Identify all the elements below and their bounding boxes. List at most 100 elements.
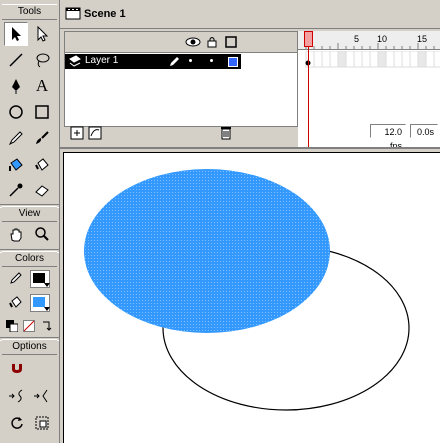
text-icon: A: [35, 76, 49, 95]
stage-canvas[interactable]: [64, 153, 440, 443]
frame-cell[interactable]: [329, 51, 339, 68]
rotate-icon: [11, 417, 23, 429]
view-title: View: [2, 206, 57, 222]
fill-color-swatch[interactable]: [30, 294, 50, 312]
frame-cell[interactable]: [313, 51, 323, 68]
outline-icon[interactable]: [225, 36, 237, 48]
straighten-button[interactable]: [31, 385, 53, 407]
smooth-button[interactable]: [6, 385, 28, 407]
zoom-icon: [35, 227, 49, 241]
hand-tool[interactable]: [4, 222, 28, 246]
eraser-tool[interactable]: [30, 178, 54, 202]
subselect-icon: [37, 26, 49, 42]
frame-cell[interactable]: [321, 51, 331, 68]
colors-title: Colors: [2, 251, 57, 267]
dropdown-arrow-icon: [44, 283, 50, 287]
layer-row[interactable]: Layer 1: [65, 54, 241, 69]
frame-cell[interactable]: [337, 51, 347, 68]
frame-cell[interactable]: [393, 51, 403, 68]
magnet-icon: [12, 362, 22, 373]
swap-colors-button[interactable]: [38, 318, 54, 334]
frame-cell[interactable]: [361, 51, 371, 68]
stage[interactable]: [63, 152, 440, 443]
oval-tool[interactable]: [4, 100, 28, 124]
stroke-color-chip: [33, 273, 45, 283]
playhead-line: [308, 47, 309, 147]
trash-icon[interactable]: [220, 126, 232, 140]
frame-cell[interactable]: [345, 51, 355, 68]
frame-cell[interactable]: [377, 51, 387, 68]
ink-bottle-tool[interactable]: [4, 152, 28, 176]
scene-bar: Scene 1: [60, 0, 440, 29]
zoom-tool[interactable]: [30, 222, 54, 246]
scale-button[interactable]: [31, 412, 53, 434]
brush-icon: [36, 131, 49, 144]
no-color-button[interactable]: [21, 318, 37, 334]
default-colors-icon: [6, 320, 18, 332]
frame-cell[interactable]: [409, 51, 419, 68]
options-title: Options: [2, 339, 57, 355]
frame-ruler[interactable]: 1 5 10 15: [298, 31, 440, 50]
layer-icon: [69, 55, 81, 67]
stroke-color-swatch[interactable]: [30, 270, 50, 288]
no-color-icon: [23, 320, 35, 332]
brush-tool[interactable]: [30, 126, 54, 150]
frame-cell[interactable]: [433, 51, 440, 68]
pencil-icon: [10, 272, 22, 284]
subselect-tool[interactable]: [30, 22, 54, 46]
stroke-color-label: [6, 268, 26, 288]
scale-icon: [35, 416, 49, 430]
eye-icon[interactable]: [185, 37, 201, 47]
smooth-icon: [9, 389, 23, 403]
insert-layer-icon[interactable]: [70, 126, 84, 140]
frame-row[interactable]: [298, 51, 440, 68]
pencil-icon: [8, 131, 23, 146]
rectangle-icon: [35, 105, 49, 119]
frame-cell[interactable]: [425, 51, 435, 68]
rectangle-tool[interactable]: [30, 100, 54, 124]
frame-cell[interactable]: [385, 51, 395, 68]
insert-guide-layer-icon[interactable]: [88, 126, 102, 140]
arrow-icon: [12, 27, 21, 41]
text-tool[interactable]: A: [30, 74, 54, 98]
eyedropper-tool[interactable]: [4, 178, 28, 202]
frame-cell[interactable]: [401, 51, 411, 68]
lock-dot[interactable]: [210, 59, 213, 62]
scene-icon: [65, 7, 81, 20]
scene-label: Scene 1: [84, 8, 126, 20]
tools-title: Tools: [2, 4, 57, 20]
frame-cell[interactable]: [417, 51, 427, 68]
frame-cell[interactable]: [353, 51, 363, 68]
dropdown-arrow-icon: [44, 307, 50, 311]
visibility-dot[interactable]: [189, 59, 192, 62]
playhead-handle[interactable]: [304, 31, 313, 47]
ink-bottle-icon: [9, 158, 23, 171]
eraser-icon: [35, 185, 49, 197]
layers-list: Layer 1: [64, 31, 298, 127]
layer-name: Layer 1: [85, 55, 119, 66]
elapsed-time-field: 0.0s: [410, 124, 438, 138]
lock-icon[interactable]: [207, 36, 217, 48]
playhead[interactable]: [304, 31, 313, 147]
paint-bucket-icon: [9, 296, 22, 308]
oval-icon: [9, 105, 23, 119]
line-tool[interactable]: [4, 48, 28, 72]
oval-filled-shape[interactable]: [84, 169, 330, 333]
frame-cell[interactable]: [369, 51, 379, 68]
lasso-icon: [36, 53, 50, 68]
lasso-tool[interactable]: [30, 48, 54, 72]
default-colors-button[interactable]: [4, 318, 20, 334]
tools-panel: Tools A View Colors Options: [0, 0, 60, 443]
outline-color-box[interactable]: [228, 57, 238, 67]
arrow-tool[interactable]: [4, 22, 28, 46]
stage-area: [60, 147, 440, 443]
eyedropper-icon: [9, 183, 23, 197]
pencil-tool[interactable]: [4, 126, 28, 150]
rotate-button[interactable]: [6, 412, 28, 434]
snap-to-objects-button[interactable]: [6, 356, 28, 378]
pen-tool[interactable]: [4, 74, 28, 98]
pencil-edit-icon: [170, 57, 179, 66]
swap-colors-icon: [43, 321, 52, 331]
pen-icon: [12, 79, 20, 94]
paint-bucket-tool[interactable]: [30, 152, 54, 176]
